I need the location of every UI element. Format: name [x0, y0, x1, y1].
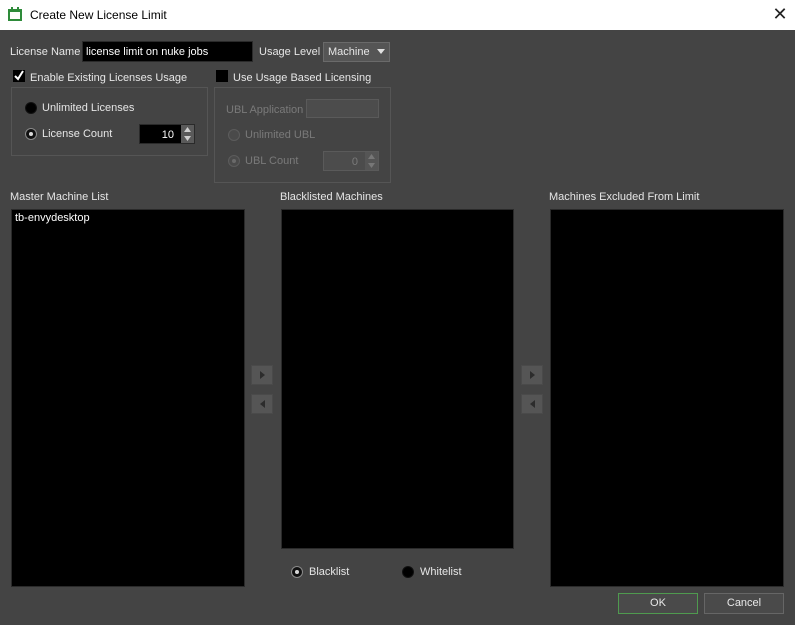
blacklisted-machines-label: Blacklisted Machines — [280, 191, 383, 203]
chevron-down-icon — [377, 49, 385, 54]
unlimited-ubl-label: Unlimited UBL — [245, 129, 316, 141]
ubl-application-label: UBL Application — [226, 104, 304, 116]
usage-level-value: Machine — [328, 46, 370, 58]
arrow-left-icon — [260, 400, 265, 408]
ubl-application-input[interactable] — [306, 99, 379, 118]
whitelist-label: Whitelist — [420, 566, 462, 578]
master-machine-list-label: Master Machine List — [10, 191, 109, 203]
license-count-value: 10 — [161, 129, 174, 141]
blacklist-label: Blacklist — [309, 566, 350, 578]
move-right-button[interactable] — [251, 365, 273, 385]
window-title: Create New License Limit — [30, 8, 167, 22]
unlimited-licenses-radio[interactable] — [25, 102, 37, 114]
license-name-label: License Name — [10, 46, 81, 58]
ubl-count-radio[interactable] — [228, 155, 240, 167]
ubl-count-value: 0 — [351, 156, 358, 168]
title-bar: Create New License Limit ✕ — [0, 0, 795, 30]
usage-level-dropdown[interactable]: Machine — [323, 42, 390, 62]
ubl-count-label: UBL Count — [245, 155, 299, 167]
enable-existing-licenses-label: Enable Existing Licenses Usage — [30, 72, 188, 84]
list-item[interactable]: tb-envydesktop — [15, 212, 90, 224]
blacklist-radio[interactable] — [291, 566, 303, 578]
unlimited-licenses-label: Unlimited Licenses — [42, 102, 135, 114]
spin-down-icon[interactable] — [368, 163, 375, 168]
ubl-spin-buttons[interactable] — [365, 152, 378, 170]
usage-level-label: Usage Level — [259, 46, 321, 58]
cancel-button[interactable]: Cancel — [704, 593, 784, 614]
whitelist-radio[interactable] — [402, 566, 414, 578]
use-ubl-label: Use Usage Based Licensing — [233, 72, 372, 84]
spin-down-icon[interactable] — [184, 136, 191, 141]
move-left-excluded-button[interactable] — [521, 394, 543, 414]
license-name-input[interactable]: license limit on nuke jobs — [82, 41, 253, 62]
spin-up-icon[interactable] — [184, 127, 191, 132]
use-ubl-checkbox[interactable] — [216, 70, 228, 82]
enable-existing-licenses-checkbox[interactable] — [13, 70, 25, 82]
arrow-right-icon — [530, 371, 535, 379]
existing-licenses-group — [11, 87, 208, 156]
license-count-label: License Count — [42, 128, 113, 140]
license-count-radio[interactable] — [25, 128, 37, 140]
checkmark-icon — [14, 70, 24, 81]
spin-up-icon[interactable] — [368, 154, 375, 159]
arrow-right-icon — [260, 371, 265, 379]
app-icon — [8, 7, 22, 21]
blacklisted-machines-list[interactable] — [281, 209, 514, 549]
close-icon[interactable]: ✕ — [770, 4, 790, 24]
spin-buttons[interactable] — [181, 125, 194, 143]
machines-excluded-list[interactable] — [550, 209, 784, 587]
ok-button[interactable]: OK — [618, 593, 698, 614]
arrow-left-icon — [530, 400, 535, 408]
ubl-count-spinbox[interactable]: 0 — [323, 151, 379, 171]
master-machine-list[interactable]: tb-envydesktop — [11, 209, 245, 587]
move-right-excluded-button[interactable] — [521, 365, 543, 385]
license-count-spinbox[interactable]: 10 — [139, 124, 195, 144]
move-left-button[interactable] — [251, 394, 273, 414]
unlimited-ubl-radio[interactable] — [228, 129, 240, 141]
machines-excluded-label: Machines Excluded From Limit — [549, 191, 700, 203]
